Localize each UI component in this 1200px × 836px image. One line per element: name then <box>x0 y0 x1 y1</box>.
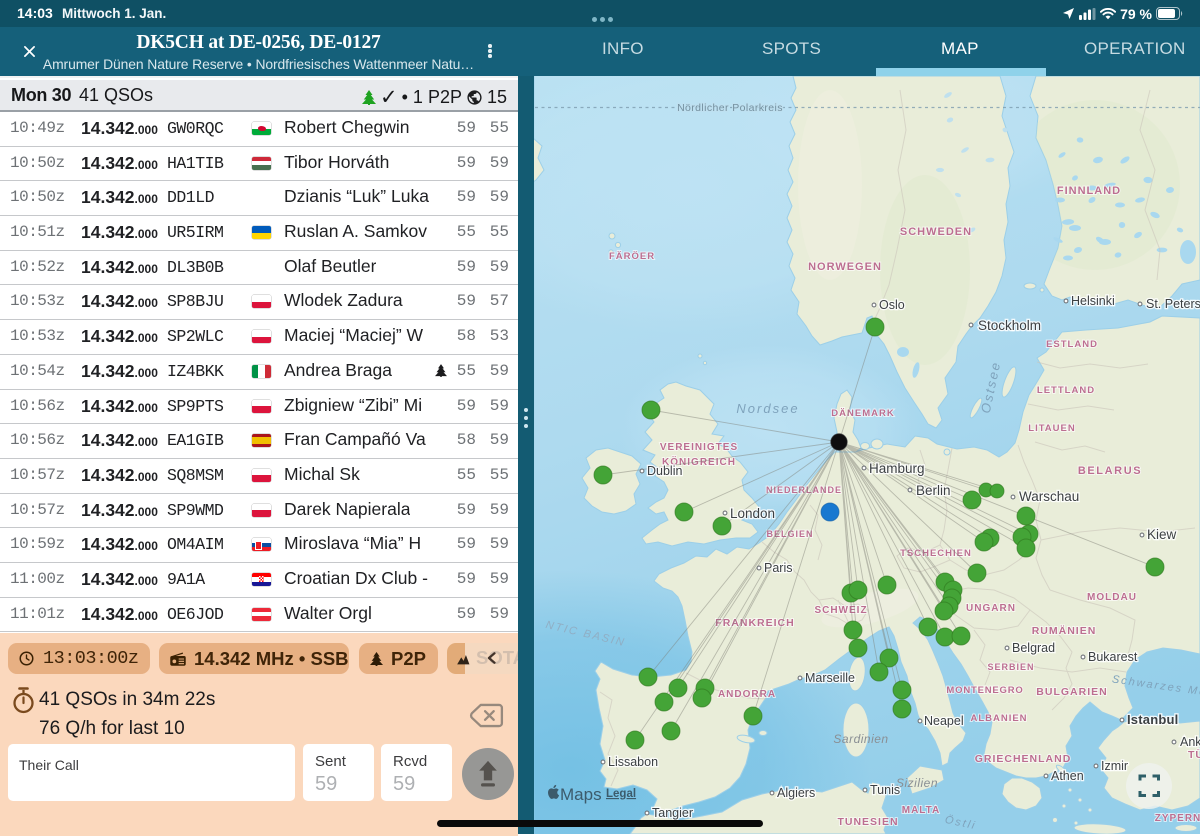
svg-text:St. Petersb: St. Petersb <box>1146 297 1200 311</box>
svg-text:FINNLAND: FINNLAND <box>1057 185 1121 197</box>
svg-text:FRANKREICH: FRANKREICH <box>715 617 794 629</box>
svg-text:Sardinien: Sardinien <box>833 732 888 746</box>
svg-text:SERBIEN: SERBIEN <box>987 662 1034 672</box>
svg-text:TUNESIEN: TUNESIEN <box>837 816 898 828</box>
svg-text:Paris: Paris <box>764 561 792 575</box>
svg-text:GRIECHENLAND: GRIECHENLAND <box>975 753 1072 765</box>
svg-text:MALTA: MALTA <box>902 805 941 816</box>
svg-text:SCHWEDEN: SCHWEDEN <box>900 226 972 238</box>
svg-text:Legal: Legal <box>606 788 636 800</box>
svg-text:BULGARIEN: BULGARIEN <box>1036 686 1107 698</box>
svg-text:Stockholm: Stockholm <box>978 318 1041 333</box>
svg-text:FÄRÖER: FÄRÖER <box>609 251 655 262</box>
svg-text:Warschau: Warschau <box>1019 489 1079 504</box>
svg-text:Lissabon: Lissabon <box>608 755 658 769</box>
svg-text:London: London <box>730 506 775 521</box>
svg-text:Tunis: Tunis <box>870 783 900 797</box>
svg-text:Tangier: Tangier <box>652 806 693 820</box>
svg-text:Helsinki: Helsinki <box>1071 294 1115 308</box>
svg-text:LETTLAND: LETTLAND <box>1037 385 1095 396</box>
svg-text:Athen: Athen <box>1051 769 1084 783</box>
svg-text:Neapel: Neapel <box>924 714 964 728</box>
svg-text:Oslo: Oslo <box>879 298 905 312</box>
svg-text:MOLDAU: MOLDAU <box>1087 592 1137 603</box>
svg-text:Anka: Anka <box>1180 735 1200 749</box>
svg-text:ESTLAND: ESTLAND <box>1046 339 1098 350</box>
svg-text:Bukarest: Bukarest <box>1088 650 1138 664</box>
svg-text:TÜ: TÜ <box>1188 748 1200 761</box>
svg-text:UNGARN: UNGARN <box>966 603 1016 614</box>
svg-text:Izmir: Izmir <box>1101 759 1128 773</box>
svg-text:Istanbul: Istanbul <box>1127 712 1178 727</box>
svg-text:RUMÄNIEN: RUMÄNIEN <box>1032 624 1097 637</box>
svg-text:Maps: Maps <box>560 785 602 804</box>
svg-text:BELARUS: BELARUS <box>1078 465 1142 477</box>
svg-text:ANDORRA: ANDORRA <box>718 689 776 700</box>
svg-text:Sizilien: Sizilien <box>896 776 938 790</box>
svg-text:MONTENEGRO: MONTENEGRO <box>946 685 1023 696</box>
svg-text:Dublin: Dublin <box>647 464 682 478</box>
svg-text:ALBANIEN: ALBANIEN <box>970 713 1027 724</box>
svg-text:DÄNEMARK: DÄNEMARK <box>831 408 894 419</box>
svg-text:SCHWEIZ: SCHWEIZ <box>814 605 867 616</box>
svg-text:ZYPERN: ZYPERN <box>1155 813 1200 824</box>
svg-text:Nordsee: Nordsee <box>736 401 799 416</box>
svg-text:LITAUEN: LITAUEN <box>1028 423 1075 434</box>
svg-text:Marseille: Marseille <box>805 671 855 685</box>
svg-text:VEREINIGTES: VEREINIGTES <box>660 442 738 453</box>
svg-text:Algiers: Algiers <box>777 786 815 800</box>
svg-text:Berlin: Berlin <box>916 483 951 498</box>
svg-text:Nördlicher Polarkreis: Nördlicher Polarkreis <box>677 102 783 114</box>
svg-text:NORWEGEN: NORWEGEN <box>808 261 882 273</box>
svg-text:Hamburg: Hamburg <box>869 461 925 476</box>
svg-text:Belgrad: Belgrad <box>1012 641 1055 655</box>
svg-text:Kiew: Kiew <box>1147 527 1177 542</box>
